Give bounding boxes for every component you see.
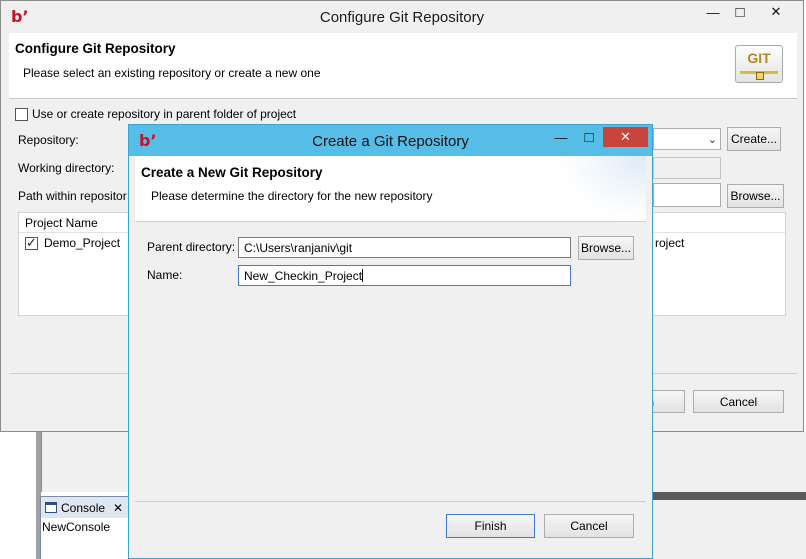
repository-label: Repository: [18,133,79,147]
path-within-repo-field[interactable] [653,183,721,207]
console-icon [45,502,57,513]
use-parent-repo-option[interactable]: Use or create repository in parent folde… [15,107,296,121]
browse-button[interactable]: Browse... [727,184,784,208]
name-value: New_Checkin_Project [244,269,363,283]
maximize-button[interactable]: □ [575,127,603,147]
path-within-repo-label: Path within repositor [18,189,127,203]
dialog-titlebar: b’ Create a Git Repository — □ ✕ [129,125,652,156]
name-input[interactable]: New_Checkin_Project [238,265,571,286]
use-parent-label: Use or create repository in parent folde… [32,107,297,121]
parent-directory-input[interactable]: C:\Users\ranjaniv\git [238,237,571,258]
working-directory-field [653,157,721,179]
repository-select[interactable]: ⌄ [653,128,721,150]
name-label: Name: [147,268,183,282]
console-name: NewConsole [42,520,111,534]
git-icon: GIT [735,45,783,83]
minimize-button[interactable]: — [699,1,727,23]
window-title: Configure Git Repository [319,9,485,26]
minimize-button[interactable]: — [547,127,575,147]
dialog-footer-separator [135,501,646,502]
wizard-header: Configure Git Repository Please select a… [9,33,797,99]
dialog-heading: Create a New Git Repository [141,165,323,180]
use-parent-checkbox[interactable] [15,107,28,121]
browse-button[interactable]: Browse... [578,236,634,260]
parent-directory-label: Parent directory: [147,240,236,254]
header-decoration [556,156,646,222]
project-checkbox[interactable] [25,235,38,251]
column-project-name: Project Name [25,216,98,230]
close-button[interactable]: ✕ [753,1,799,23]
dialog-body: Create a New Git Repository Please deter… [135,156,646,554]
project-path: roject [655,236,685,250]
create-button[interactable]: Create... [727,127,781,151]
wizard-title: Configure Git Repository [15,41,176,56]
working-directory-label: Working directory: [18,161,115,175]
text-caret [362,269,364,282]
project-name: Demo_Project [44,236,121,250]
create-git-repo-dialog: b’ Create a Git Repository — □ ✕ Create … [128,124,653,559]
wizard-description: Please select an existing repository or … [23,66,321,80]
maximize-button[interactable]: □ [727,1,753,23]
dialog-header: Create a New Git Repository Please deter… [135,156,646,222]
close-button[interactable]: ✕ [603,127,648,147]
ide-editor-area [41,432,129,492]
chevron-down-icon: ⌄ [707,133,717,146]
console-tab-label: Console [61,500,106,515]
cancel-button[interactable]: Cancel [544,514,634,538]
finish-button[interactable]: Finish [446,514,535,538]
git-badge-label: GIT [747,50,771,66]
ide-right-panel [652,432,806,559]
table-row[interactable]: Demo_Project [25,235,121,251]
close-icon[interactable]: ✕ [113,501,123,515]
dialog-description: Please determine the directory for the n… [151,189,433,203]
window-titlebar: b’ Configure Git Repository — □ ✕ [1,1,803,33]
console-tab[interactable]: Console ✕ [40,496,129,518]
parent-directory-value: C:\Users\ranjaniv\git [244,241,353,255]
cancel-button[interactable]: Cancel [693,390,784,413]
